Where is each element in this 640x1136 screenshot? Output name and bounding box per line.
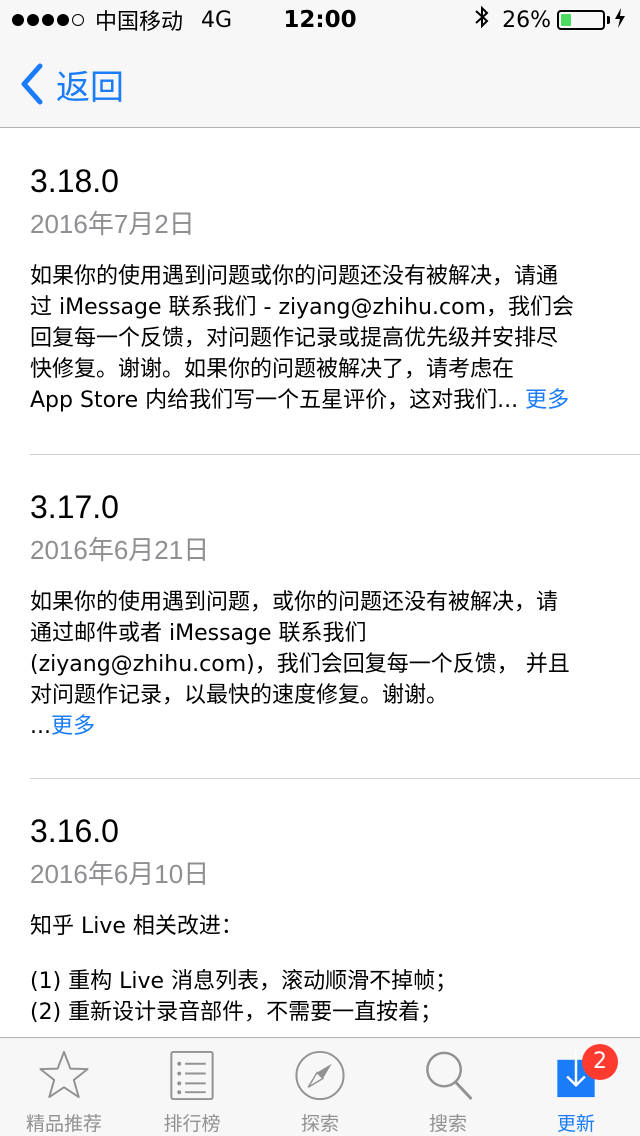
status-bar: 中国移动 4G 12:00 26% bbox=[0, 0, 640, 40]
note-line: App Store 内给我们写一个五星评价，这对我们... 更多 bbox=[30, 385, 610, 416]
battery-percent: 26% bbox=[502, 7, 551, 33]
version-number: 3.16.0 bbox=[30, 813, 119, 849]
tab-bar: 精品推荐 排行榜 探索 搜索 更新 2 bbox=[0, 1037, 640, 1136]
star-icon bbox=[39, 1050, 89, 1099]
tab-label: 更新 bbox=[556, 1113, 595, 1135]
tab-label: 精品推荐 bbox=[25, 1113, 102, 1135]
version-entry: 3.18.0 2016年7月2日 如果你的使用遇到问题或你的问题还没有被解决，请… bbox=[30, 161, 610, 416]
tab-featured[interactable]: 精品推荐 bbox=[0, 1038, 128, 1136]
note-line: ...更多 bbox=[30, 711, 610, 742]
tab-explore[interactable]: 探索 bbox=[256, 1038, 384, 1136]
version-number: 3.17.0 bbox=[30, 489, 119, 525]
release-notes: 如果你的使用遇到问题，或你的问题还没有被解决，请 通过邮件或者 iMessage… bbox=[30, 587, 610, 742]
back-button[interactable]: 返回 bbox=[14, 58, 124, 110]
release-date: 2016年6月10日 bbox=[30, 859, 210, 889]
update-count-badge: 2 bbox=[582, 1044, 618, 1080]
more-link[interactable]: 更多 bbox=[525, 388, 569, 413]
tab-label: 排行榜 bbox=[163, 1113, 221, 1135]
note-line: 知乎 Live 相关改进： bbox=[30, 914, 243, 939]
battery-cap bbox=[607, 16, 610, 24]
battery-icon bbox=[557, 10, 605, 30]
version-entry: 3.17.0 2016年6月21日 如果你的使用遇到问题，或你的问题还没有被解决… bbox=[30, 487, 610, 742]
device-status: 26% bbox=[474, 5, 626, 35]
more-link[interactable]: 更多 bbox=[51, 714, 95, 739]
compass-icon bbox=[295, 1050, 345, 1101]
note-line: (2) 重新设计录音部件，不需要一直按着； bbox=[30, 1000, 443, 1025]
search-icon bbox=[426, 1051, 473, 1100]
note-line-text: App Store 内给我们写一个五星评价，这对我们... bbox=[30, 388, 519, 413]
battery-fill bbox=[561, 14, 572, 26]
bluetooth-icon bbox=[474, 5, 490, 35]
release-notes: 知乎 Live 相关改进： (1) 重构 Live 消息列表，滚动顺滑不掉帧； … bbox=[30, 911, 610, 1028]
note-line-text: ... bbox=[30, 714, 51, 739]
release-notes: 如果你的使用遇到问题或你的问题还没有被解决，请通 过 iMessage 联系我们… bbox=[30, 261, 610, 416]
note-line: 通过邮件或者 iMessage 联系我们 bbox=[30, 621, 367, 646]
tab-updates[interactable]: 更新 2 bbox=[512, 1038, 640, 1136]
note-line: 快修复。谢谢。如果你的问题被解决了，请考虑在 bbox=[30, 357, 515, 382]
version-number: 3.18.0 bbox=[30, 163, 119, 199]
tab-search[interactable]: 搜索 bbox=[384, 1038, 512, 1136]
divider bbox=[30, 454, 640, 455]
note-line: (1) 重构 Live 消息列表，滚动顺滑不掉帧； bbox=[30, 969, 458, 994]
version-history[interactable]: 3.18.0 2016年7月2日 如果你的使用遇到问题或你的问题还没有被解决，请… bbox=[0, 129, 640, 1037]
release-date: 2016年6月21日 bbox=[30, 535, 210, 565]
list-icon bbox=[170, 1050, 214, 1101]
back-label: 返回 bbox=[56, 67, 124, 108]
note-line: 过 iMessage 联系我们 - ziyang@zhihu.com，我们会 bbox=[30, 295, 574, 320]
tab-top-charts[interactable]: 排行榜 bbox=[128, 1038, 256, 1136]
note-line: 如果你的使用遇到问题，或你的问题还没有被解决，请 bbox=[30, 590, 559, 615]
release-date: 2016年7月2日 bbox=[30, 209, 195, 239]
note-line: 对问题作记录，以最快的速度修复。谢谢。 bbox=[30, 683, 449, 708]
charging-bolt-icon bbox=[614, 7, 626, 33]
note-line: 回复每一个反馈，对问题作记录或提高优先级并安排尽 bbox=[30, 326, 559, 351]
version-entry: 3.16.0 2016年6月10日 知乎 Live 相关改进： (1) 重构 L… bbox=[30, 811, 610, 1028]
divider bbox=[30, 778, 640, 779]
note-line: 如果你的使用遇到问题或你的问题还没有被解决，请通 bbox=[30, 264, 559, 289]
tab-label: 搜索 bbox=[428, 1113, 467, 1135]
tab-label: 探索 bbox=[300, 1113, 339, 1135]
note-blank-line bbox=[30, 942, 610, 966]
chevron-left-icon bbox=[21, 63, 43, 105]
navigation-bar: 返回 bbox=[0, 40, 640, 128]
note-line: (ziyang@zhihu.com)，我们会回复每一个反馈， 并且 bbox=[30, 652, 570, 677]
